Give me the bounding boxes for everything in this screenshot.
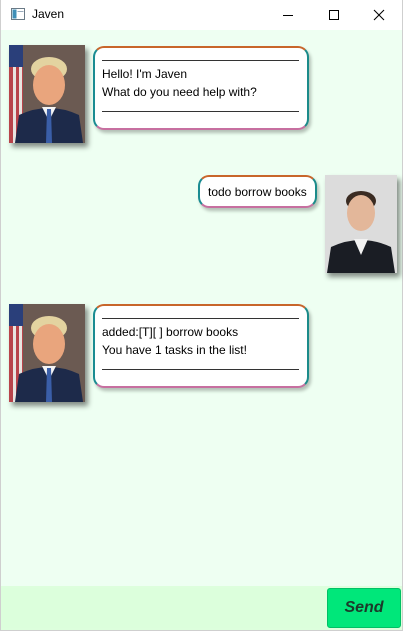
message-line: What do you need help with?	[102, 85, 257, 99]
user-avatar-image	[325, 175, 397, 273]
bot-avatar-image	[9, 304, 85, 402]
input-bar: Send	[1, 586, 402, 630]
user-avatar	[325, 175, 397, 273]
message-divider	[102, 369, 299, 370]
bot-avatar	[9, 304, 85, 402]
bot-avatar	[9, 45, 85, 143]
bot-message-bubble: added:[T][ ] borrow books You have 1 tas…	[93, 304, 309, 388]
message-divider	[102, 111, 299, 112]
maximize-button[interactable]	[311, 0, 357, 30]
close-button[interactable]	[356, 0, 402, 30]
minimize-icon	[283, 15, 293, 16]
message-line: Hello! I'm Javen	[102, 67, 187, 81]
message-line: added:[T][ ] borrow books	[102, 325, 239, 339]
title-bar[interactable]: Javen	[1, 0, 402, 30]
bot-message-bubble: Hello! I'm Javen What do you need help w…	[93, 46, 309, 130]
message-line: You have 1 tasks in the list!	[102, 343, 247, 357]
app-window: Javen Hello! I'm Javen What do you need …	[0, 0, 403, 631]
message-line: todo borrow books	[208, 185, 307, 199]
close-icon	[373, 9, 385, 21]
app-icon	[11, 8, 25, 20]
window-title: Javen	[32, 7, 65, 21]
user-message-bubble: todo borrow books	[198, 175, 317, 208]
message-divider	[102, 318, 299, 319]
send-button[interactable]: Send	[327, 588, 401, 628]
bot-avatar-image	[9, 45, 85, 143]
minimize-button[interactable]	[265, 0, 311, 30]
maximize-icon	[329, 10, 339, 20]
chat-scroll-area[interactable]: Hello! I'm Javen What do you need help w…	[1, 30, 402, 586]
message-divider	[102, 60, 299, 61]
message-input[interactable]	[1, 588, 325, 628]
